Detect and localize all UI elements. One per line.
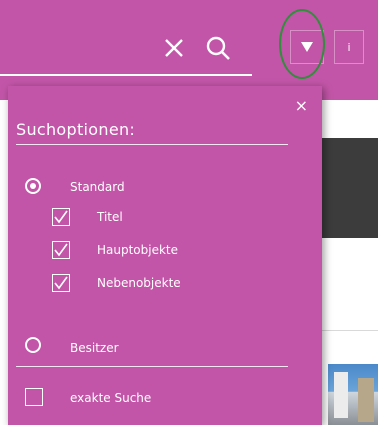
top-bar: i bbox=[0, 0, 378, 100]
options-divider bbox=[16, 366, 288, 367]
search-button[interactable] bbox=[200, 30, 236, 66]
standard-label[interactable]: Standard bbox=[70, 180, 125, 194]
checkmark-icon bbox=[54, 243, 68, 257]
search-input[interactable] bbox=[6, 36, 150, 68]
background-divider bbox=[322, 330, 378, 331]
search-options-panel: × Suchoptionen: Standard Titel Hauptobje… bbox=[8, 86, 322, 425]
hauptobjekte-label[interactable]: Hauptobjekte bbox=[97, 243, 178, 257]
thumbnail-church-tower bbox=[334, 372, 348, 418]
checkmark-icon bbox=[54, 276, 68, 290]
nebenobjekte-checkbox[interactable] bbox=[52, 274, 70, 292]
exakte-suche-checkbox[interactable] bbox=[25, 388, 43, 406]
checkmark-icon bbox=[54, 210, 68, 224]
standard-radio[interactable] bbox=[25, 178, 41, 194]
besitzer-radio[interactable] bbox=[25, 337, 41, 353]
besitzer-label[interactable]: Besitzer bbox=[70, 341, 119, 355]
titel-label[interactable]: Titel bbox=[97, 210, 123, 224]
title-divider bbox=[16, 144, 288, 145]
background-content-band bbox=[322, 138, 378, 238]
triangle-down-icon bbox=[301, 42, 313, 52]
thumbnail-building bbox=[358, 378, 374, 422]
clear-button[interactable] bbox=[158, 32, 190, 64]
hauptobjekte-checkbox[interactable] bbox=[52, 241, 70, 259]
search-options-toggle-button[interactable] bbox=[290, 30, 324, 64]
panel-close-button[interactable]: × bbox=[295, 98, 308, 114]
close-icon bbox=[165, 39, 183, 57]
background-thumbnail[interactable] bbox=[328, 364, 378, 425]
panel-title: Suchoptionen: bbox=[16, 120, 136, 139]
nebenobjekte-label[interactable]: Nebenobjekte bbox=[97, 276, 181, 290]
info-button[interactable]: i bbox=[334, 30, 364, 64]
search-icon bbox=[206, 36, 230, 60]
exakte-suche-label[interactable]: exakte Suche bbox=[70, 391, 151, 405]
titel-checkbox[interactable] bbox=[52, 208, 70, 226]
